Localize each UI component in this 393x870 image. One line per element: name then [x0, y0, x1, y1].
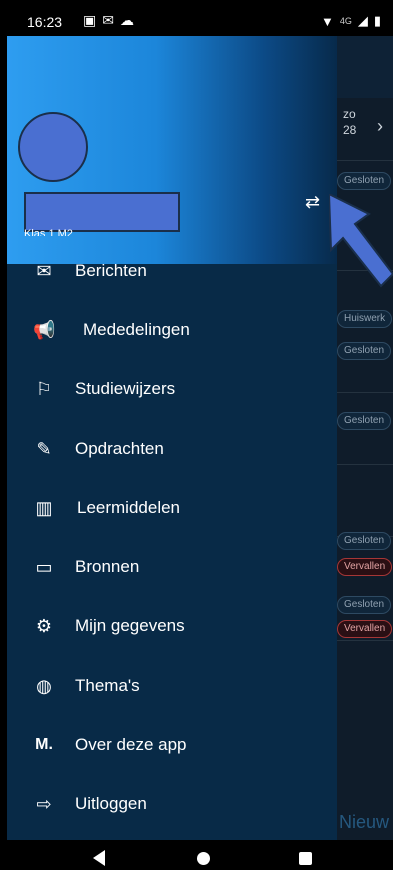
- status-system-icons: ▼ 4G ◢ ▮: [321, 13, 381, 29]
- menu-item-label: Over deze app: [75, 735, 187, 754]
- agenda-date: zo 28: [343, 107, 357, 137]
- pencil-icon: ✎: [36, 439, 52, 459]
- menu-item-over-deze-app[interactable]: M. Over deze app: [7, 720, 337, 770]
- status-badge: Huiswerk: [337, 310, 393, 328]
- wifi-icon: ▼: [320, 13, 334, 29]
- menu-item-uitloggen[interactable]: ⇨ Uitloggen: [7, 779, 337, 829]
- status-badge: Gesloten: [337, 532, 392, 550]
- signpost-icon: ⚐: [35, 379, 53, 399]
- settings-icon: ⚙: [35, 616, 53, 636]
- chevron-right-icon[interactable]: ›: [377, 116, 383, 137]
- status-badge: Gesloten: [337, 412, 392, 430]
- home-icon[interactable]: [197, 852, 210, 865]
- app-screen: 16:23 ▣✉☁ ▼ 4G ◢ ▮ zo 28 › Gesloten Huis…: [7, 8, 393, 870]
- status-notification-icons: ▣✉☁: [83, 12, 140, 29]
- menu-item-label: Thema's: [75, 676, 140, 695]
- divider: [337, 464, 393, 465]
- megaphone-icon: 📢: [33, 320, 56, 340]
- logout-icon: ⇨: [36, 794, 52, 814]
- cloud-icon: ☁: [119, 12, 140, 28]
- user-class: Klas 1 M2: [24, 228, 73, 236]
- menu-item-label: Uitloggen: [75, 794, 147, 813]
- menu-item-studiewijzers[interactable]: ⚐ Studiewijzers: [7, 364, 337, 414]
- status-badge: Gesloten: [337, 342, 392, 360]
- network-type: 4G: [339, 16, 352, 26]
- menu-item-leermiddelen[interactable]: ▥ Leermiddelen: [7, 483, 337, 533]
- divider: [337, 640, 393, 641]
- menu-item-opdrachten[interactable]: ✎ Opdrachten: [7, 424, 337, 474]
- menu-item-label: Berichten: [75, 261, 147, 280]
- mail-icon: ✉: [36, 261, 52, 281]
- menu-item-mijn-gegevens[interactable]: ⚙ Mijn gegevens: [7, 601, 337, 651]
- menu-item-label: Bronnen: [75, 557, 140, 576]
- menu-item-berichten[interactable]: ✉ Berichten: [7, 246, 337, 296]
- swap-icon[interactable]: ⇄: [305, 192, 320, 213]
- system-navigation-bar: [7, 840, 393, 870]
- folder-icon: ▭: [35, 557, 53, 577]
- notification-icon: ▣: [83, 12, 103, 28]
- back-icon[interactable]: [93, 850, 105, 866]
- status-badge: Vervallen: [337, 620, 393, 638]
- menu-item-label: Mededelingen: [83, 320, 190, 339]
- menu-item-mededelingen[interactable]: 📢 Mededelingen: [7, 305, 337, 355]
- menu-item-themas[interactable]: ◍ Thema's: [7, 661, 337, 711]
- menu-item-label: Opdrachten: [75, 439, 164, 458]
- status-badge: Gesloten: [337, 172, 392, 190]
- menu-item-label: Leermiddelen: [77, 498, 181, 517]
- annotation-arrow-icon: [329, 194, 393, 288]
- battery-icon: ▮: [373, 13, 381, 28]
- avatar[interactable]: [18, 112, 88, 182]
- drawer-header: Klas 1 M2 ⇄: [7, 36, 337, 264]
- new-button[interactable]: Nieuw: [339, 812, 389, 833]
- status-bar: 16:23 ▣✉☁ ▼ 4G ◢ ▮: [7, 8, 393, 36]
- user-name-redacted: [24, 192, 180, 232]
- status-badge: Vervallen: [337, 558, 393, 576]
- menu-item-label: Studiewijzers: [75, 379, 176, 398]
- status-time: 16:23: [27, 14, 63, 30]
- divider: [337, 392, 393, 393]
- recent-apps-icon[interactable]: [299, 852, 312, 865]
- navigation-drawer: Klas 1 M2 ⇄ ✉ Berichten 📢 Mededelingen ⚐…: [7, 36, 337, 840]
- menu-item-bronnen[interactable]: ▭ Bronnen: [7, 542, 337, 592]
- menu-item-label: Mijn gegevens: [75, 616, 185, 635]
- divider: [337, 160, 393, 161]
- agenda-toolbar: [337, 36, 393, 98]
- palette-icon: ◍: [36, 676, 52, 696]
- books-icon: ▥: [35, 498, 53, 518]
- status-badge: Gesloten: [337, 596, 392, 614]
- notification-icon: ✉: [102, 12, 120, 28]
- magister-logo-icon: M.: [35, 736, 53, 753]
- signal-icon: ◢: [357, 13, 368, 28]
